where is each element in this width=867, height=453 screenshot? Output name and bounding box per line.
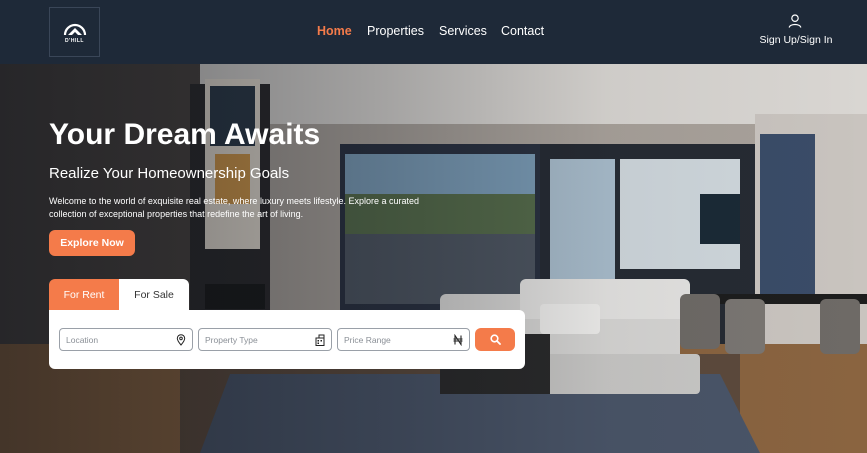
property-type-placeholder: Property Type	[205, 335, 258, 345]
nav-item-contact[interactable]: Contact	[501, 24, 544, 38]
user-icon	[788, 14, 802, 28]
search-icon	[489, 334, 501, 345]
main-nav: Home Properties Services Contact	[0, 24, 867, 40]
hero-description: Welcome to the world of exquisite real e…	[49, 196, 420, 219]
nav-item-properties[interactable]: Properties	[367, 24, 424, 38]
nav-item-home[interactable]: Home	[317, 24, 352, 38]
nav-item-services[interactable]: Services	[439, 24, 487, 38]
sign-in-label: Sign Up/Sign In	[759, 34, 833, 46]
hero-title: Your Dream Awaits	[49, 118, 321, 151]
location-placeholder: Location	[66, 335, 99, 345]
sign-in-link[interactable]: Sign Up/Sign In	[758, 14, 834, 48]
hero-section: Your Dream Awaits Realize Your Homeowner…	[0, 64, 867, 453]
property-type-field[interactable]: Property Type	[198, 328, 332, 351]
tab-for-rent[interactable]: For Rent	[49, 279, 119, 310]
explore-now-button[interactable]: Explore Now	[49, 230, 135, 256]
location-field[interactable]: Location	[59, 328, 193, 351]
building-icon	[315, 334, 325, 346]
hero-subtitle: Realize Your Homeownership Goals	[49, 165, 290, 182]
site-header: D'HILL Home Properties Services Contact …	[0, 0, 867, 64]
map-pin-icon	[176, 334, 186, 346]
search-panel: Location Property Type Price Range	[49, 310, 525, 369]
search-button[interactable]	[475, 328, 515, 351]
price-range-field[interactable]: Price Range	[337, 328, 470, 351]
tab-for-sale[interactable]: For Sale	[119, 279, 189, 310]
naira-icon	[453, 334, 463, 346]
price-range-placeholder: Price Range	[344, 335, 391, 345]
